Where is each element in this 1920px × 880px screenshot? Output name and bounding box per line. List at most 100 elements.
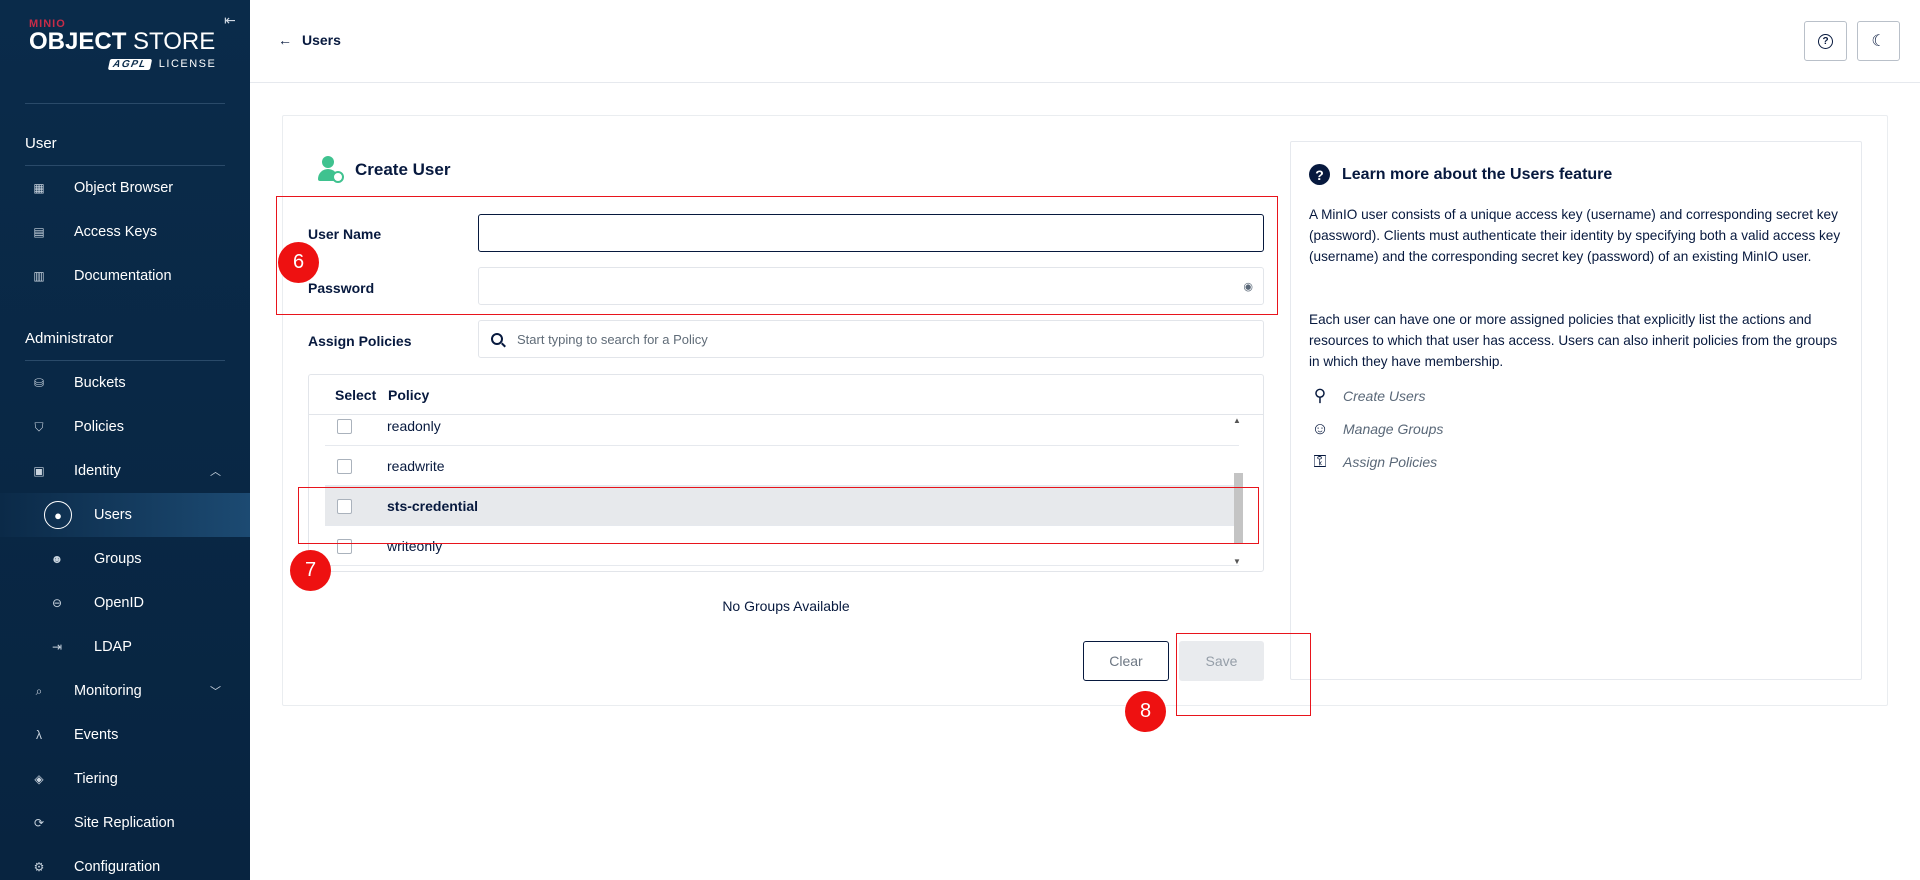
help-link-label: Create Users (1343, 388, 1426, 404)
table-row[interactable]: writeonly (325, 526, 1239, 566)
sidebar-item-label: Groups (94, 551, 142, 567)
password-input[interactable]: ◉ (478, 267, 1264, 305)
sidebar-item-documentation[interactable]: ▥ Documentation (0, 254, 250, 298)
scroll-down-icon[interactable]: ▼ (1233, 557, 1241, 566)
sidebar-item-label: Identity (74, 463, 121, 479)
help-panel: ? Learn more about the Users feature A M… (1290, 141, 1862, 680)
policy-name: readwrite (387, 458, 445, 474)
help-link-label: Assign Policies (1343, 454, 1438, 470)
sidebar-item-label: Configuration (74, 859, 161, 875)
sidebar-item-monitoring[interactable]: ⌕ Monitoring ﹀ (0, 669, 250, 713)
sidebar-item-site-replication[interactable]: ⟳ Site Replication (0, 801, 250, 845)
chevron-up-icon: ︿ (210, 466, 221, 478)
tiering-icon: ◈ (34, 772, 44, 786)
scrollbar-thumb[interactable] (1234, 473, 1243, 543)
object-browser-icon: ▦ (33, 181, 45, 195)
sidebar-section-administrator: Administrator (25, 330, 114, 347)
password-label: Password (308, 280, 375, 296)
policy-search-input[interactable]: Start typing to search for a Policy (478, 320, 1264, 358)
clear-button[interactable]: Clear (1083, 641, 1169, 681)
help-heading: ? Learn more about the Users feature (1309, 164, 1612, 185)
sidebar-item-buckets[interactable]: ⛁ Buckets (0, 361, 250, 405)
sidebar-item-identity[interactable]: ▣ Identity ︿ (0, 449, 250, 493)
collapse-sidebar-icon[interactable]: ⇤ (224, 12, 240, 28)
annotation-step-6: 6 (278, 242, 319, 283)
chevron-down-icon: ﹀ (210, 686, 221, 698)
policies-scrollbar[interactable]: ▲ ▼ (1231, 413, 1245, 568)
help-button[interactable]: ? (1804, 21, 1847, 61)
username-label: User Name (308, 226, 382, 242)
policies-icon: ⛉ (34, 419, 44, 434)
access-keys-icon: ▤ (33, 225, 45, 239)
buckets-icon: ⛁ (33, 376, 45, 390)
sidebar-item-users[interactable]: ● Users (0, 493, 250, 537)
username-input[interactable] (478, 214, 1264, 252)
help-link-create-users[interactable]: ⚲ Create Users (1309, 385, 1426, 407)
sidebar-item-label: LDAP (94, 639, 132, 655)
gear-icon: ⚙ (33, 860, 45, 874)
add-user-icon (318, 156, 344, 184)
minio-logo[interactable]: MINIO OBJECT STORE AGPL LICENSE (29, 18, 229, 70)
openid-icon: ⊖ (51, 596, 63, 610)
annotation-step-7: 7 (290, 550, 331, 591)
policy-checkbox[interactable] (337, 459, 352, 474)
table-row[interactable]: readonly (325, 406, 1239, 446)
sidebar-item-object-browser[interactable]: ▦ Object Browser (0, 166, 250, 210)
sidebar-item-label: Events (74, 727, 119, 743)
policy-name: readonly (387, 418, 441, 434)
dark-mode-toggle[interactable]: ☾ (1857, 21, 1900, 61)
help-link-manage-groups[interactable]: ☺ Manage Groups (1309, 418, 1443, 440)
search-icon (491, 333, 503, 345)
person-outline-icon: ⚲ (1313, 386, 1327, 405)
show-password-icon[interactable]: ◉ (1243, 280, 1253, 293)
sidebar-item-tiering[interactable]: ◈ Tiering (0, 757, 250, 801)
back-label: Users (302, 32, 341, 48)
help-link-assign-policies[interactable]: ⚿ Assign Policies (1309, 451, 1438, 473)
sidebar-item-label: Documentation (74, 268, 172, 284)
key-icon: ⚿ (1313, 452, 1327, 471)
logo-edition: AGPL (107, 58, 152, 70)
question-circle-icon: ? (1818, 33, 1833, 49)
question-icon: ? (1309, 164, 1330, 185)
policy-search-placeholder: Start typing to search for a Policy (517, 331, 708, 347)
column-select[interactable]: Select (335, 387, 376, 403)
ldap-icon: ⇥ (51, 640, 63, 654)
sidebar-item-label: Buckets (74, 375, 126, 391)
policy-checkbox[interactable] (337, 499, 352, 514)
save-button[interactable]: Save (1179, 641, 1264, 681)
sidebar: MINIO OBJECT STORE AGPL LICENSE ⇤ User ▦… (0, 0, 250, 880)
sidebar-item-configuration[interactable]: ⚙ Configuration (0, 845, 250, 880)
groups-icon: ☻ (50, 552, 64, 566)
logo-product-light: STORE (133, 28, 216, 55)
policy-checkbox[interactable] (337, 419, 352, 434)
sidebar-item-label: OpenID (94, 595, 144, 611)
identity-icon: ▣ (33, 464, 45, 478)
replication-icon: ⟳ (33, 816, 45, 830)
sidebar-item-label: Access Keys (74, 224, 157, 240)
documentation-icon: ▥ (33, 269, 45, 283)
policies-table: Select Policy readonly readwrite sts-cre… (308, 374, 1264, 572)
sidebar-item-label: Site Replication (74, 815, 175, 831)
sidebar-item-groups[interactable]: ☻ Groups (0, 537, 250, 581)
sidebar-item-policies[interactable]: ⛉ Policies (0, 405, 250, 449)
create-user-heading: Create User (318, 156, 450, 184)
sidebar-item-events[interactable]: λ Events (0, 713, 250, 757)
table-row[interactable]: sts-credential (325, 486, 1239, 526)
scroll-up-icon[interactable]: ▲ (1233, 416, 1241, 425)
policy-checkbox[interactable] (337, 539, 352, 554)
sidebar-item-label: Users (94, 507, 132, 523)
page-title: Create User (355, 160, 451, 179)
policy-name: writeonly (387, 538, 443, 554)
sidebar-item-ldap[interactable]: ⇥ LDAP (0, 625, 250, 669)
sidebar-item-label: Object Browser (74, 180, 174, 196)
lambda-icon: λ (36, 728, 42, 742)
sidebar-item-label: Tiering (74, 771, 118, 787)
back-to-users-link[interactable]: ← Users (278, 32, 341, 48)
help-title: Learn more about the Users feature (1342, 165, 1613, 183)
sidebar-item-openid[interactable]: ⊖ OpenID (0, 581, 250, 625)
logo-product-bold: OBJECT (29, 28, 127, 55)
sidebar-item-access-keys[interactable]: ▤ Access Keys (0, 210, 250, 254)
table-row[interactable]: readwrite (325, 446, 1239, 486)
column-policy[interactable]: Policy (388, 387, 429, 403)
user-icon: ● (44, 501, 72, 529)
